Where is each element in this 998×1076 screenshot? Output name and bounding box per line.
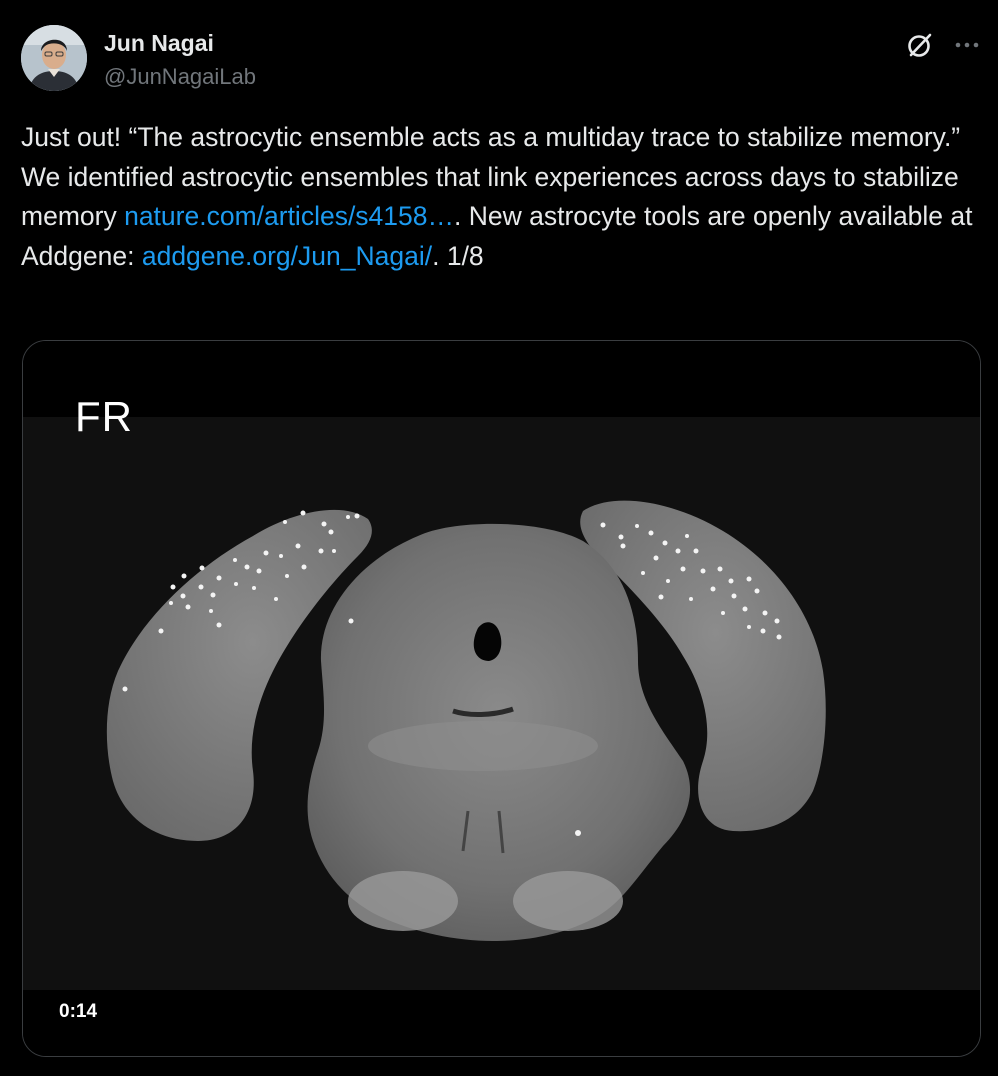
brain-section-video-frame	[23, 341, 980, 1056]
video-player[interactable]: FR 0:14	[22, 340, 981, 1057]
more-icon[interactable]	[951, 29, 983, 61]
addgene-link[interactable]: addgene.org/Jun_Nagai/	[142, 241, 432, 271]
author-handle[interactable]: @JunNagaiLab	[104, 64, 256, 90]
tweet-text-part-3: . 1/8	[432, 240, 484, 271]
video-duration-badge: 0:14	[47, 998, 110, 1026]
grok-icon[interactable]	[904, 29, 936, 61]
overlay-label: FR	[75, 393, 133, 440]
nature-article-link[interactable]: nature.com/articles/s4158…	[124, 201, 454, 231]
author-name[interactable]: Jun Nagai	[104, 30, 214, 57]
tweet-text: Just out! “The astrocytic ensemble acts …	[21, 118, 976, 276]
avatar[interactable]	[21, 25, 87, 91]
avatar-photo	[21, 25, 87, 91]
